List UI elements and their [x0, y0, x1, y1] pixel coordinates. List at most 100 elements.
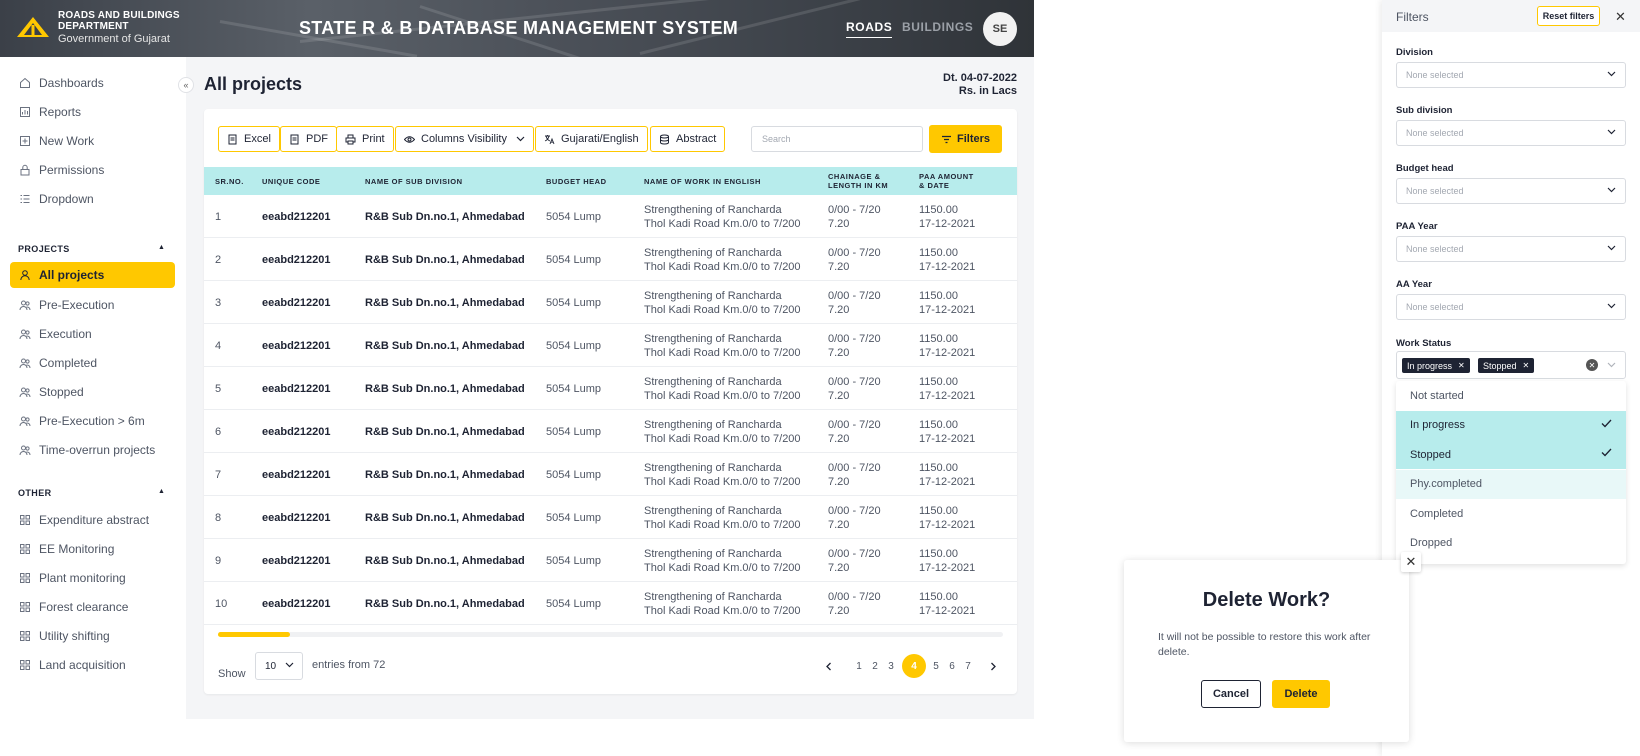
option-phy-completed[interactable]: Phy.completed: [1396, 469, 1626, 499]
sidebar-item-expenditure-abstract[interactable]: Expenditure abstract: [10, 507, 175, 533]
sidebar-item-all-projects[interactable]: All projects: [10, 262, 175, 288]
table-row[interactable]: 2 eeabd212201 R&B Sub Dn.no.1, Ahmedabad 50…: [204, 238, 1017, 281]
option-dropped[interactable]: Dropped: [1396, 529, 1626, 558]
cell-unique-code[interactable]: eeabd212201: [262, 210, 331, 224]
user-avatar[interactable]: SE: [983, 12, 1017, 46]
nav-roads-tab[interactable]: ROADS: [846, 20, 893, 38]
sidebar-item-ee-monitoring[interactable]: EE Monitoring: [10, 536, 175, 562]
cell-unique-code[interactable]: eeabd212201: [262, 253, 331, 267]
cell-unique-code[interactable]: eeabd212201: [262, 339, 331, 353]
user-icon: [20, 270, 30, 281]
clear-selection-icon[interactable]: ✕: [1586, 359, 1598, 371]
filter-select-sub-division[interactable]: None selected: [1396, 120, 1626, 146]
cell-unique-code[interactable]: eeabd212201: [262, 511, 331, 525]
pdf-export-button[interactable]: PDF: [280, 126, 337, 152]
col-header-code[interactable]: UNIQUE CODE: [262, 167, 320, 195]
table-row[interactable]: 4 eeabd212201 R&B Sub Dn.no.1, Ahmedabad 50…: [204, 324, 1017, 367]
sidebar-item-plant-monitoring[interactable]: Plant monitoring: [10, 565, 175, 591]
option-not-started[interactable]: Not started: [1396, 381, 1626, 410]
sidebar-item-time-overrun[interactable]: Time-overrun projects: [10, 437, 175, 463]
table-row[interactable]: 5 eeabd212201 R&B Sub Dn.no.1, Ahmedabad 50…: [204, 367, 1017, 410]
cell-unique-code[interactable]: eeabd212201: [262, 468, 331, 482]
next-page-icon[interactable]: [983, 656, 1003, 676]
cell-unique-code[interactable]: eeabd212201: [262, 425, 331, 439]
sidebar-item-pre-execution[interactable]: Pre-Execution: [10, 292, 175, 318]
table-row[interactable]: 9 eeabd212201 R&B Sub Dn.no.1, Ahmedabad 50…: [204, 539, 1017, 582]
sidebar-item-dropdown[interactable]: Dropdown: [10, 186, 175, 212]
cell-unique-code[interactable]: eeabd212201: [262, 597, 331, 611]
filter-icon: [941, 135, 951, 143]
language-toggle-button[interactable]: Gujarati/English: [535, 126, 648, 152]
cell-length: 7.20: [828, 562, 850, 574]
delete-button[interactable]: Delete: [1272, 680, 1330, 708]
sidebar-item-land-acquisition[interactable]: Land acquisition: [10, 652, 175, 678]
table-row[interactable]: 1 eeabd212201 R&B Sub Dn.no.1, Ahmedabad 50…: [204, 195, 1017, 238]
table-row[interactable]: 10 eeabd212201 R&B Sub Dn.no.1, Ahmedabad 5…: [204, 582, 1017, 625]
excel-export-button[interactable]: Excel: [218, 126, 280, 152]
col-header-subdivision[interactable]: NAME OF SUB DIVISION: [365, 167, 463, 195]
remove-tag-icon[interactable]: ✕: [1523, 361, 1530, 370]
sidebar-item-forest-clearance[interactable]: Forest clearance: [10, 594, 175, 620]
search-input[interactable]: [751, 126, 923, 152]
cell-unique-code[interactable]: eeabd212201: [262, 554, 331, 568]
table-row[interactable]: 3 eeabd212201 R&B Sub Dn.no.1, Ahmedabad 50…: [204, 281, 1017, 324]
nav-buildings-tab[interactable]: BUILDINGS: [902, 20, 973, 34]
sidebar-item-execution[interactable]: Execution: [10, 321, 175, 347]
horizontal-scrollbar[interactable]: [218, 632, 1003, 637]
close-icon[interactable]: ✕: [1615, 9, 1626, 25]
sidebar-item-stopped[interactable]: Stopped: [10, 379, 175, 405]
filter-select-budget-head[interactable]: None selected: [1396, 178, 1626, 204]
cell-work-name-line1: Strengthening of Rancharda: [644, 419, 782, 431]
abstract-button[interactable]: Abstract: [650, 126, 726, 152]
cell-sr: 1: [215, 211, 222, 223]
sidebar-item-pre-execution-6m[interactable]: Pre-Execution > 6m: [10, 408, 175, 434]
option-stopped[interactable]: Stopped: [1396, 440, 1626, 469]
filter-select-aa-year[interactable]: None selected: [1396, 294, 1626, 320]
cancel-button[interactable]: Cancel: [1201, 680, 1261, 708]
table-row[interactable]: 7 eeabd212201 R&B Sub Dn.no.1, Ahmedabad 50…: [204, 453, 1017, 496]
columns-visibility-button[interactable]: Columns Visibility: [395, 126, 534, 152]
page-size-select[interactable]: 10: [255, 652, 303, 680]
page-button[interactable]: 7: [958, 656, 978, 676]
filters-button[interactable]: Filters: [929, 125, 1002, 153]
sidebar-item-dashboards[interactable]: Dashboards: [10, 70, 175, 96]
cell-chainage: 0/00 - 7/20: [828, 419, 881, 431]
prev-page-icon[interactable]: [819, 656, 839, 676]
cell-budget-head: 5054 Lump: [546, 297, 602, 309]
reset-filters-button[interactable]: Reset filters: [1537, 6, 1600, 26]
table-row[interactable]: 8 eeabd212201 R&B Sub Dn.no.1, Ahmedabad 50…: [204, 496, 1017, 539]
cell-paa-amount: 1150.00: [919, 548, 958, 560]
remove-tag-icon[interactable]: ✕: [1458, 361, 1465, 370]
page-button[interactable]: 3: [881, 656, 901, 676]
sidebar-item-reports[interactable]: Reports: [10, 99, 175, 125]
work-status-select[interactable]: In progress ✕ Stopped ✕ ✕: [1396, 351, 1626, 379]
option-in-progress[interactable]: In progress: [1396, 410, 1626, 440]
cell-unique-code[interactable]: eeabd212201: [262, 296, 331, 310]
caret-up-icon[interactable]: ▲: [158, 488, 165, 495]
cell-work-name-line1: Strengthening of Rancharda: [644, 247, 782, 259]
sidebar-item-new-work[interactable]: New Work: [10, 128, 175, 154]
plus-square-icon: [20, 136, 30, 146]
filter-select-paa-year[interactable]: None selected: [1396, 236, 1626, 262]
table-row[interactable]: 6 eeabd212201 R&B Sub Dn.no.1, Ahmedabad 50…: [204, 410, 1017, 453]
filter-select-division[interactable]: None selected: [1396, 62, 1626, 88]
sidebar-item-permissions[interactable]: Permissions: [10, 157, 175, 183]
col-header-work-name[interactable]: NAME OF WORK IN ENGLISH: [644, 167, 761, 195]
close-icon[interactable]: ✕: [1401, 552, 1421, 572]
col-header-budget[interactable]: BUDGET HEAD: [546, 167, 607, 195]
col-header-paa[interactable]: PAA AMOUNT & DATE: [919, 167, 974, 195]
cell-length: 7.20: [828, 218, 850, 230]
filters-panel-title: Filters: [1396, 10, 1429, 24]
col-header-sr[interactable]: SR.NO.: [215, 167, 244, 195]
page-button-current[interactable]: 4: [902, 654, 926, 678]
option-completed[interactable]: Completed: [1396, 499, 1626, 528]
col-header-chainage[interactable]: CHAINAGE & LENGTH IN KM: [828, 167, 888, 195]
sidebar-item-utility-shifting[interactable]: Utility shifting: [10, 623, 175, 649]
print-button[interactable]: Print: [336, 126, 394, 152]
cell-unique-code[interactable]: eeabd212201: [262, 382, 331, 396]
select-placeholder: None selected: [1406, 70, 1464, 80]
sidebar-collapse-icon[interactable]: «: [178, 77, 194, 93]
scrollbar-thumb[interactable]: [218, 632, 290, 637]
caret-up-icon[interactable]: ▲: [158, 244, 165, 251]
sidebar-item-completed[interactable]: Completed: [10, 350, 175, 376]
